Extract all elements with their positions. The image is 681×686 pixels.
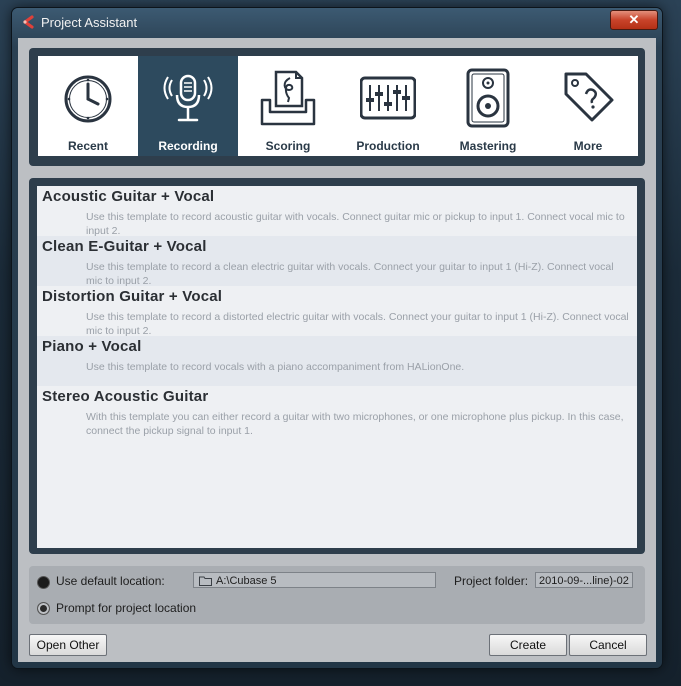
template-title: Piano + Vocal: [42, 338, 142, 355]
prompt-location-label: Prompt for project location: [56, 601, 197, 615]
folder-icon: [199, 576, 212, 586]
category-tabs: Recent Recording Scoring Production Mast…: [38, 56, 638, 156]
tag-icon: [564, 72, 614, 122]
mixer-icon: [360, 76, 416, 120]
create-button[interactable]: Create: [489, 634, 567, 656]
list-item[interactable]: Acoustic Guitar + Vocal Use this templat…: [37, 186, 637, 237]
list-item[interactable]: Stereo Acoustic Guitar With this templat…: [37, 386, 637, 440]
close-button[interactable]: ✕: [610, 10, 658, 30]
tab-label: More: [573, 139, 603, 153]
tab-label: Production: [356, 139, 420, 153]
tab-recent[interactable]: Recent: [38, 56, 138, 156]
template-title: Distortion Guitar + Vocal: [42, 288, 223, 305]
tab-label: Mastering: [459, 139, 517, 153]
cancel-button[interactable]: Cancel: [569, 634, 647, 656]
tab-recording[interactable]: Recording: [138, 56, 238, 156]
default-location-label: Use default location:: [56, 574, 165, 588]
score-icon: [260, 70, 316, 126]
template-list[interactable]: Acoustic Guitar + Vocal Use this templat…: [37, 186, 637, 548]
template-description: With this template you can either record…: [86, 411, 624, 437]
template-title: Stereo Acoustic Guitar: [42, 388, 209, 405]
template-description: Use this template to record a clean elec…: [86, 261, 614, 287]
tab-mastering[interactable]: Mastering: [438, 56, 538, 156]
default-location-value: A:\Cubase 5: [216, 575, 277, 587]
template-title: Acoustic Guitar + Vocal: [42, 188, 215, 205]
template-description: Use this template to record acoustic gui…: [86, 211, 625, 237]
cubase-logo-icon: [23, 15, 34, 29]
speaker-icon: [466, 68, 510, 128]
template-description: Use this template to record a distorted …: [86, 311, 629, 337]
template-description: Use this template to record vocals with …: [86, 361, 465, 373]
project-assistant-window: Project Assistant ✕ Recent Recording Sco…: [12, 8, 662, 668]
title-bar[interactable]: Project Assistant ✕: [12, 8, 662, 36]
microphone-icon: [163, 74, 213, 122]
default-location-path: A:\Cubase 5: [193, 572, 436, 588]
list-item[interactable]: Distortion Guitar + Vocal Use this templ…: [37, 286, 637, 337]
tab-label: Recording: [158, 139, 218, 153]
list-item[interactable]: Piano + Vocal Use this template to recor…: [37, 336, 637, 386]
tab-more[interactable]: More: [538, 56, 638, 156]
prompt-location-radio[interactable]: [37, 602, 50, 615]
template-list-panel: Acoustic Guitar + Vocal Use this templat…: [29, 178, 645, 554]
category-panel: Recent Recording Scoring Production Mast…: [29, 48, 645, 166]
project-folder-label: Project folder:: [454, 574, 529, 588]
list-item[interactable]: Clean E-Guitar + Vocal Use this template…: [37, 236, 637, 287]
location-panel: Use default location: A:\Cubase 5 Projec…: [29, 566, 645, 624]
dialog-body: Recent Recording Scoring Production Mast…: [18, 38, 656, 662]
tab-label: Scoring: [265, 139, 311, 153]
default-location-radio[interactable]: [37, 576, 50, 589]
open-other-button[interactable]: Open Other: [29, 634, 107, 656]
clock-icon: [64, 75, 112, 123]
tab-scoring[interactable]: Scoring: [238, 56, 338, 156]
window-title: Project Assistant: [41, 15, 138, 30]
tab-label: Recent: [67, 139, 108, 153]
template-title: Clean E-Guitar + Vocal: [42, 238, 207, 255]
tab-production[interactable]: Production: [338, 56, 438, 156]
project-folder-field[interactable]: 2010-09-...line)-02: [535, 572, 633, 588]
